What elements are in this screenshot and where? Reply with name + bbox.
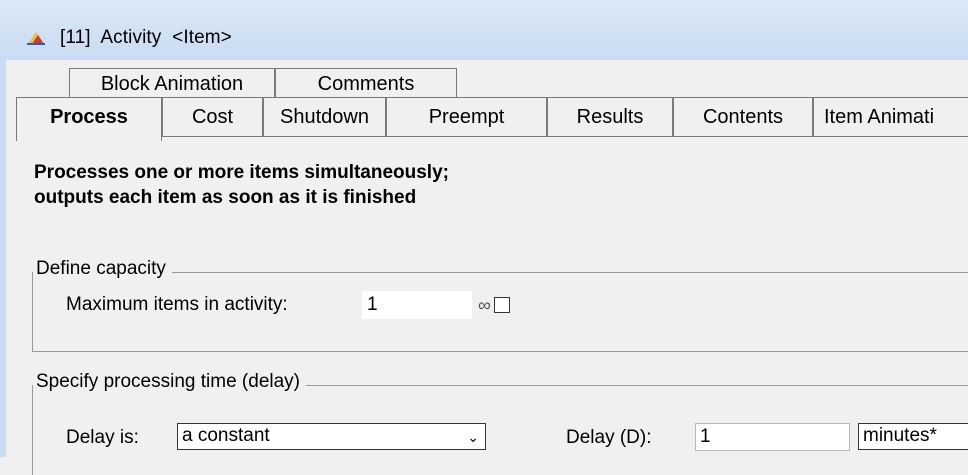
- tab-results[interactable]: Results: [547, 97, 673, 137]
- tab-item-animation[interactable]: Item Animati: [813, 97, 968, 137]
- tab-cost[interactable]: Cost: [162, 97, 263, 137]
- title-bar: [11] Activity <Item>: [0, 0, 968, 60]
- delay-is-label: Delay is:: [66, 427, 139, 448]
- maximum-items-label: Maximum items in activity:: [66, 294, 288, 315]
- dropdown-caret-icon: ⌄: [467, 429, 479, 445]
- tab-contents[interactable]: Contents: [673, 97, 813, 137]
- tab-block-animation[interactable]: Block Animation: [69, 68, 275, 97]
- tab-comments[interactable]: Comments: [275, 68, 457, 97]
- tab-preempt[interactable]: Preempt: [386, 97, 547, 137]
- processing-time-legend: Specify processing time (delay): [33, 371, 306, 393]
- time-units-select[interactable]: minutes*: [858, 423, 968, 450]
- extendsim-block-icon: [27, 32, 45, 45]
- maximum-items-input[interactable]: 1: [362, 291, 472, 319]
- tab-shutdown[interactable]: Shutdown: [263, 97, 386, 137]
- delay-d-label: Delay (D):: [566, 427, 652, 448]
- infinite-capacity-checkbox[interactable]: [494, 297, 510, 313]
- dialog-content: Block Animation Comments Process Cost Sh…: [6, 60, 968, 475]
- window-title: [11] Activity <Item>: [60, 27, 232, 48]
- block-description: Processes one or more items simultaneous…: [34, 160, 449, 210]
- tab-strip-divider: [161, 136, 968, 137]
- delay-d-input[interactable]: 1: [695, 423, 850, 451]
- delay-type-select[interactable]: a constant ⌄: [177, 423, 486, 450]
- infinity-icon: ∞: [478, 295, 491, 315]
- description-line-1: Processes one or more items simultaneous…: [34, 162, 449, 183]
- delay-type-value: a constant: [182, 425, 270, 446]
- define-capacity-legend: Define capacity: [33, 258, 172, 280]
- description-line-2: outputs each item as soon as it is finis…: [34, 187, 417, 208]
- tab-process[interactable]: Process: [16, 97, 162, 141]
